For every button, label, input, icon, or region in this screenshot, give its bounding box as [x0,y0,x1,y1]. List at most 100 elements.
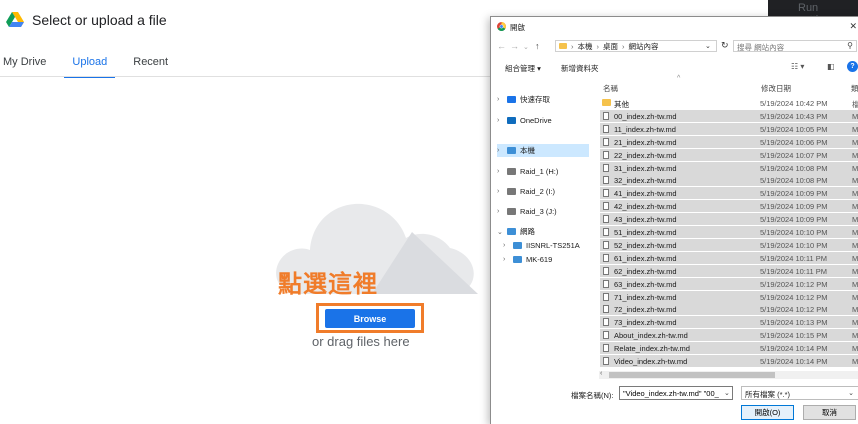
annotation-highlight-box: Browse [316,303,424,333]
file-icon [603,331,609,340]
picker-tabs: My Drive Upload Recent [0,52,186,78]
breadcrumb-this-pc[interactable]: 本機 [578,41,593,52]
file-row[interactable]: 71_index.zh-tw.md 5/19/2024 10:12 PM M [600,290,858,303]
file-name: 73_index.zh-tw.md [614,318,677,328]
column-name[interactable]: 名稱 [603,83,618,94]
file-row[interactable]: 63_index.zh-tw.md 5/19/2024 10:12 PM M [600,277,858,290]
tab-upload[interactable]: Upload [64,52,116,78]
nav-item-label: MK-619 [526,255,553,264]
expand-chevron-icon[interactable]: › [497,208,503,215]
file-icon [603,305,609,314]
new-folder-button[interactable]: 新增資料夾 [561,63,599,74]
nav-item[interactable]: › IISNRL-TS251A [503,239,595,252]
file-row[interactable]: 其他 5/19/2024 10:42 PM 檔 [600,97,858,109]
forward-icon[interactable]: → [510,41,519,51]
file-type-filter[interactable]: 所有檔案 (*.*) ⌄ [741,386,858,400]
file-row[interactable]: Video_index.zh-tw.md 5/19/2024 10:14 PM M [600,355,858,367]
computer-icon [513,256,522,263]
back-icon[interactable]: ← [497,41,506,51]
help-icon[interactable]: ? [847,61,858,72]
file-row[interactable]: 31_index.zh-tw.md 5/19/2024 10:08 PM M [600,161,858,174]
address-dropdown-icon[interactable]: ⌄ [705,42,711,50]
expand-chevron-icon[interactable]: › [497,147,503,154]
tab-my-drive[interactable]: My Drive [0,52,54,78]
file-row[interactable]: 62_index.zh-tw.md 5/19/2024 10:11 PM M [600,264,858,277]
file-icon [603,163,609,172]
file-type: M [852,150,858,160]
file-name: 62_index.zh-tw.md [614,266,677,276]
file-name: About_index.zh-tw.md [614,331,688,341]
filename-input[interactable] [619,386,733,400]
file-type: M [852,253,858,263]
cancel-button[interactable]: 取消 [803,405,856,420]
file-row[interactable]: 41_index.zh-tw.md 5/19/2024 10:09 PM M [600,187,858,200]
file-row[interactable]: 52_index.zh-tw.md 5/19/2024 10:10 PM M [600,238,858,251]
file-icon [603,111,609,120]
expand-chevron-icon[interactable]: › [497,117,503,124]
nav-item[interactable]: › Raid_3 (J:) [497,205,589,218]
expand-chevron-icon[interactable]: › [503,242,509,249]
expand-chevron-icon[interactable]: › [497,96,503,103]
breadcrumb-site-content[interactable]: 網站內容 [629,41,659,52]
file-date: 5/19/2024 10:15 PM [760,331,828,341]
recent-dropdown-icon[interactable]: ⌄ [523,43,529,51]
nav-item[interactable]: › Raid_2 (I:) [497,185,589,198]
nav-item-label: OneDrive [520,116,552,125]
expand-chevron-icon[interactable]: › [497,168,503,175]
file-icon [603,202,609,211]
file-row[interactable]: 42_index.zh-tw.md 5/19/2024 10:09 PM M [600,200,858,213]
file-type: M [852,111,858,121]
expand-chevron-icon[interactable]: ⌄ [497,228,503,236]
file-row[interactable]: 61_index.zh-tw.md 5/19/2024 10:11 PM M [600,251,858,264]
filename-dropdown-icon[interactable]: ⌄ [724,389,730,397]
open-button[interactable]: 開啟(O) [741,405,794,420]
file-row[interactable]: 32_index.zh-tw.md 5/19/2024 10:08 PM M [600,174,858,187]
folder-icon [559,43,567,49]
file-row[interactable]: 43_index.zh-tw.md 5/19/2024 10:09 PM M [600,213,858,226]
file-row[interactable]: 22_index.zh-tw.md 5/19/2024 10:07 PM M [600,148,858,161]
file-icon [603,240,609,249]
up-icon[interactable]: ↑ [535,41,540,51]
nav-item[interactable]: › 本機 [497,144,589,157]
browse-button[interactable]: Browse [325,309,415,328]
nav-item-label: Raid_2 (I:) [520,187,556,196]
nav-item[interactable]: › Raid_1 (H:) [497,165,589,178]
file-row[interactable]: 11_index.zh-tw.md 5/19/2024 10:05 PM M [600,122,858,135]
tab-recent[interactable]: Recent [125,52,176,78]
nav-item[interactable]: › 快速存取 [497,93,589,106]
file-row[interactable]: 73_index.zh-tw.md 5/19/2024 10:13 PM M [600,316,858,329]
file-row[interactable]: Relate_index.zh-tw.md 5/19/2024 10:14 PM M [600,342,858,355]
filter-dropdown-icon: ⌄ [848,390,854,397]
file-row[interactable]: 72_index.zh-tw.md 5/19/2024 10:12 PM M [600,303,858,316]
column-date[interactable]: 修改日期 [761,83,791,94]
file-date: 5/19/2024 10:43 PM [760,111,828,121]
file-type: M [852,344,858,354]
file-row[interactable]: 21_index.zh-tw.md 5/19/2024 10:06 PM M [600,135,858,148]
file-row[interactable]: About_index.zh-tw.md 5/19/2024 10:15 PM M [600,329,858,342]
refresh-icon[interactable]: ↻ [721,40,729,51]
close-icon[interactable]: ✕ [849,21,857,32]
run-settings-button[interactable]: Run settings [768,0,858,26]
address-bar[interactable]: › 本機 › 桌面 › 網站內容 [555,40,717,52]
organize-button[interactable]: 組合管理 ▾ [505,63,541,74]
scroll-left-icon[interactable]: ‹ [600,370,602,377]
file-row[interactable]: 51_index.zh-tw.md 5/19/2024 10:10 PM M [600,226,858,238]
nav-item[interactable]: › OneDrive [497,114,589,127]
column-type[interactable]: 類 [851,83,858,94]
file-type: M [852,292,858,302]
nav-item[interactable]: ⌄ 網路 [497,225,589,238]
expand-chevron-icon[interactable]: › [503,256,509,263]
scrollbar-thumb[interactable] [609,372,775,378]
nav-item-label: 快速存取 [520,95,550,104]
preview-pane-icon[interactable]: ◧ [827,62,835,71]
file-type: M [852,240,858,250]
file-row[interactable]: 00_index.zh-tw.md 5/19/2024 10:43 PM M [600,109,858,122]
network-icon [507,228,516,235]
nav-item[interactable]: › MK-619 [503,253,595,266]
file-icon [603,253,609,262]
search-input[interactable]: 搜尋 網站內容 ⚲ [733,40,857,52]
horizontal-scrollbar[interactable]: ‹ [599,370,858,379]
breadcrumb-desktop[interactable]: 桌面 [603,41,618,52]
expand-chevron-icon[interactable]: › [497,188,503,195]
view-options-icon[interactable]: ☷ ▾ [791,62,804,71]
